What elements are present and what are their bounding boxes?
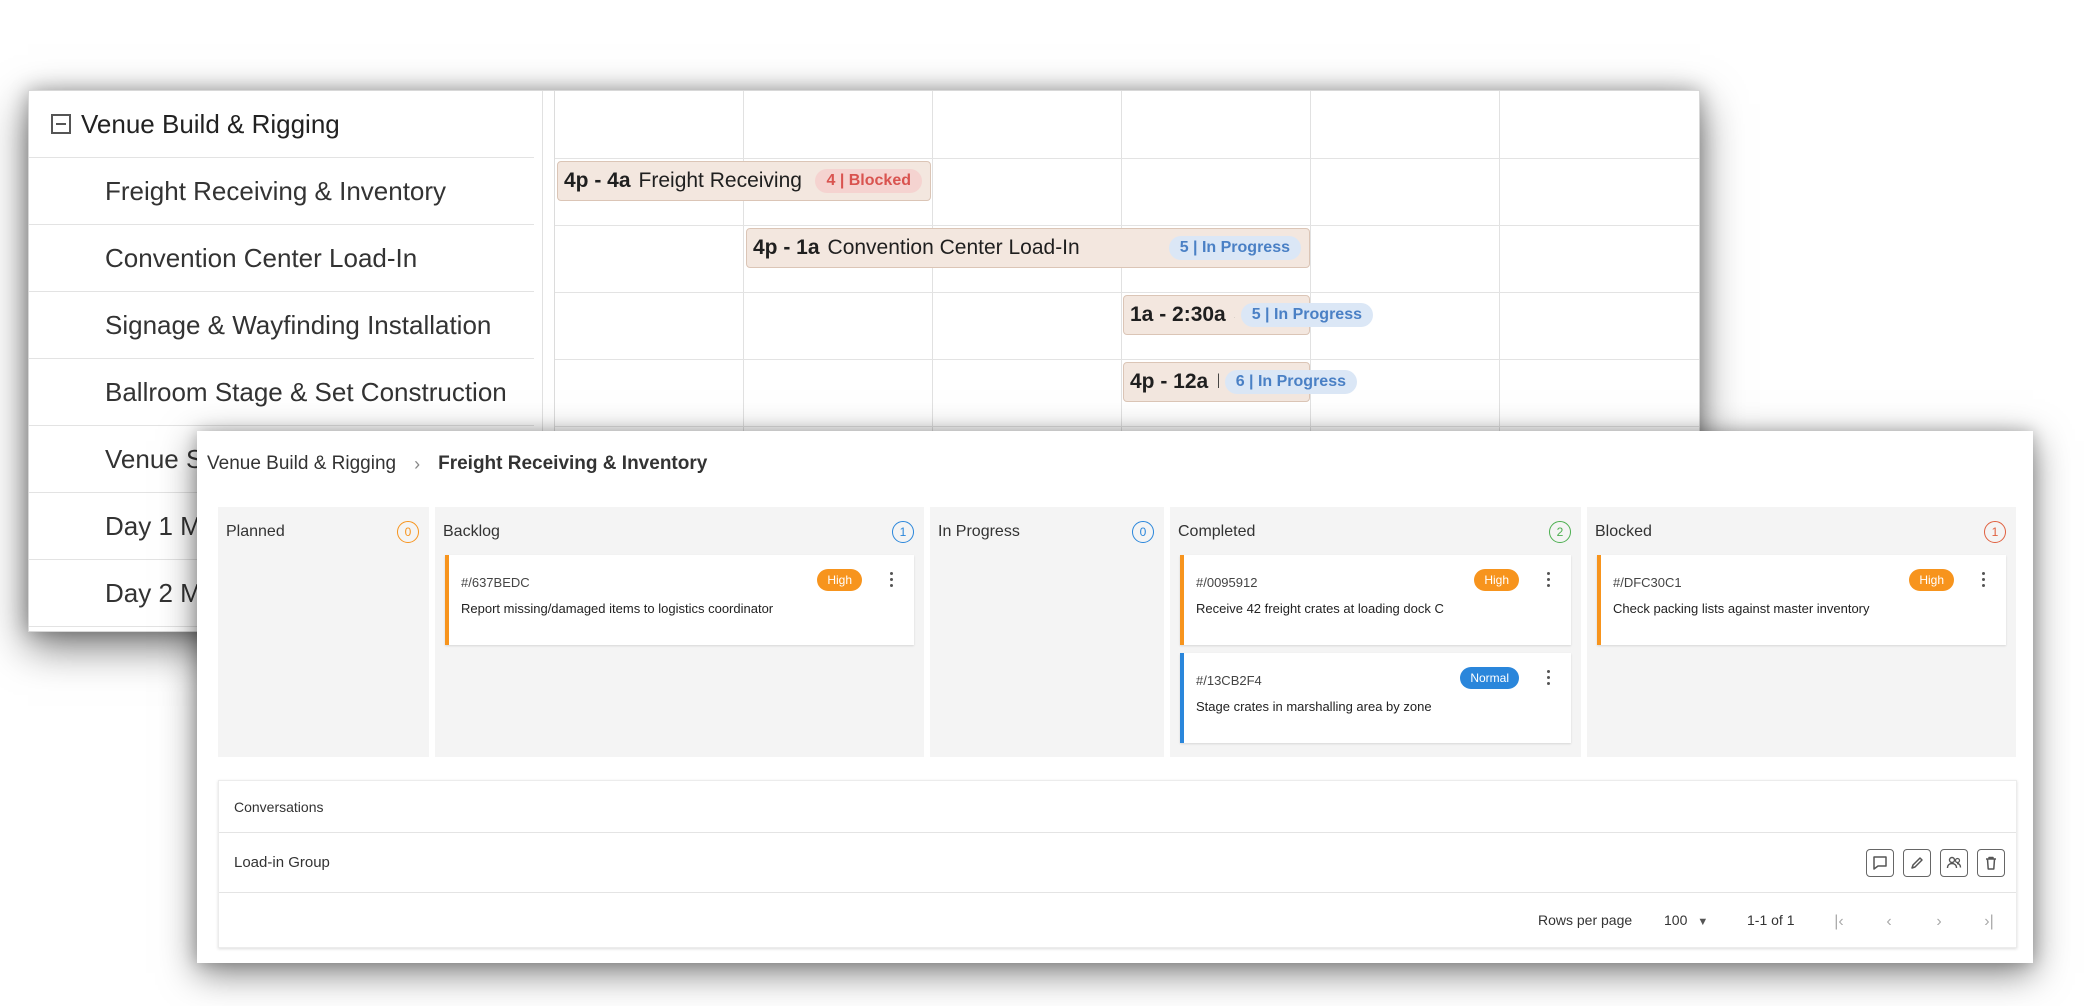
caret-down-icon: ▼	[1697, 916, 1709, 928]
task-id: #/DFC30C1	[1613, 575, 1682, 590]
gantt-task-row[interactable]: Freight Receiving & Inventory	[29, 158, 534, 225]
rows-per-page-select[interactable]: 100 ▼	[1664, 912, 1708, 928]
board-column-backlog: Backlog 1 #/637BEDC High Report missing/…	[435, 507, 924, 757]
chat-icon[interactable]	[1866, 849, 1894, 877]
task-title: Stage crates in marshalling area by zone	[1196, 699, 1432, 714]
task-card[interactable]: #/13CB2F4 Normal Stage crates in marshal…	[1180, 653, 1571, 743]
breadcrumb-parent[interactable]: Venue Build & Rigging	[207, 453, 396, 475]
column-title: Completed	[1178, 523, 1256, 540]
collapse-icon[interactable]	[51, 114, 71, 134]
edit-icon[interactable]	[1903, 849, 1931, 877]
column-count-badge: 1	[892, 521, 914, 543]
more-options-icon[interactable]	[1545, 571, 1551, 589]
bar-time: 1a - 2:30a	[1130, 303, 1226, 326]
breadcrumb: Venue Build & Rigging › Freight Receivin…	[207, 453, 707, 475]
more-options-icon[interactable]	[1545, 669, 1551, 687]
task-title: Report missing/damaged items to logistic…	[461, 601, 774, 616]
task-card[interactable]: #/637BEDC High Report missing/damaged it…	[445, 555, 914, 645]
gantt-bar[interactable]: 4p - 4a Freight Receiving 4 | Blocked	[557, 161, 931, 201]
bar-time: 4p - 12a	[1130, 370, 1209, 393]
conversations-header: Conversations	[219, 781, 2016, 833]
bar-name: I	[1216, 370, 1218, 394]
task-card[interactable]: #/0095912 High Receive 42 freight crates…	[1180, 555, 1571, 645]
board-column-in-progress: In Progress 0	[930, 507, 1164, 757]
conversation-row[interactable]: Load-in Group	[219, 833, 2016, 893]
gantt-bar[interactable]: 4p - 1a Convention Center Load-In 5 | In …	[746, 228, 1310, 268]
task-id: #/637BEDC	[461, 575, 530, 590]
gantt-task-label: Freight Receiving & Inventory	[105, 175, 447, 206]
task-id: #/13CB2F4	[1196, 673, 1262, 688]
next-page-icon[interactable]: ›	[1929, 912, 1949, 932]
delete-icon[interactable]	[1977, 849, 2005, 877]
column-count-badge: 0	[397, 521, 419, 543]
conversations-table: Conversations Load-in Group Rows per pag…	[218, 780, 2017, 948]
gantt-task-label: Convention Center Load-In	[105, 242, 418, 273]
column-title: In Progress	[938, 523, 1020, 540]
bar-name: Freight Receiving	[638, 169, 802, 192]
status-badge: 4 | Blocked	[815, 169, 922, 193]
bar-name: S	[1234, 303, 1235, 327]
grid-line	[555, 225, 1699, 226]
column-count-badge: 1	[1984, 521, 2006, 543]
gantt-group-label: Venue Build & Rigging	[81, 108, 340, 139]
gantt-task-label: Signage & Wayfinding Installation	[105, 309, 492, 340]
conversation-name: Load-in Group	[234, 854, 330, 871]
bar-time: 4p - 1a	[753, 236, 820, 259]
column-header: In Progress 0	[938, 521, 1154, 543]
grid-line	[555, 158, 1699, 159]
breadcrumb-separator: ›	[414, 453, 421, 474]
rows-per-page-label: Rows per page	[1538, 912, 1633, 928]
gantt-task-label: Day 1 M	[105, 510, 202, 541]
last-page-icon[interactable]: ›|	[1979, 912, 1999, 932]
group-icon[interactable]	[1940, 849, 1968, 877]
column-header: Backlog 1	[443, 521, 914, 543]
board-column-completed: Completed 2 #/0095912 High Receive 42 fr…	[1170, 507, 1581, 757]
status-badge: 6 | In Progress	[1224, 370, 1357, 394]
column-title: Blocked	[1595, 523, 1652, 540]
priority-badge: High	[817, 569, 862, 591]
column-header: Blocked 1	[1595, 521, 2006, 543]
gantt-task-row[interactable]: Signage & Wayfinding Installation	[29, 292, 534, 359]
gantt-bar[interactable]: 1a - 2:30a S 5 | In Progress	[1123, 295, 1373, 335]
more-options-icon[interactable]	[1980, 571, 1986, 589]
column-header: Completed 2	[1178, 521, 1571, 543]
rows-per-page-value: 100	[1664, 912, 1688, 928]
task-id: #/0095912	[1196, 575, 1258, 590]
task-title: Receive 42 freight crates at loading doc…	[1196, 601, 1444, 616]
grid-line	[555, 426, 1699, 427]
previous-page-icon[interactable]: ‹	[1879, 912, 1899, 932]
pagination: Rows per page 100 ▼ 1-1 of 1 |‹ ‹ › ›|	[219, 893, 2016, 947]
task-detail-panel: Venue Build & Rigging › Freight Receivin…	[197, 431, 2033, 963]
gantt-task-label: Day 2 M	[105, 577, 202, 608]
column-title: Backlog	[443, 523, 500, 540]
gantt-bar[interactable]: 4p - 12a I 6 | In Progress	[1123, 362, 1357, 402]
gantt-task-label: Venue S	[105, 443, 204, 474]
status-badge: 5 | In Progress	[1240, 303, 1373, 327]
grid-line	[555, 292, 1699, 293]
column-count-badge: 2	[1549, 521, 1571, 543]
pagination-range: 1-1 of 1	[1747, 912, 1795, 928]
board-column-planned: Planned 0	[218, 507, 429, 757]
gantt-task-row[interactable]: Convention Center Load-In	[29, 225, 534, 292]
bar-time: 4p - 4a	[564, 169, 631, 192]
priority-badge: High	[1909, 569, 1954, 591]
gantt-task-label: Ballroom Stage & Set Construction	[105, 376, 507, 407]
gantt-group-row[interactable]: Venue Build & Rigging	[29, 91, 534, 158]
first-page-icon[interactable]: |‹	[1829, 912, 1849, 932]
column-title: Planned	[226, 523, 285, 540]
gantt-task-row[interactable]: Ballroom Stage & Set Construction	[29, 359, 534, 426]
task-title: Check packing lists against master inven…	[1613, 601, 1870, 616]
board-column-blocked: Blocked 1 #/DFC30C1 High Check packing l…	[1587, 507, 2016, 757]
column-header: Planned 0	[226, 521, 419, 543]
task-card[interactable]: #/DFC30C1 High Check packing lists again…	[1597, 555, 2006, 645]
breadcrumb-current: Freight Receiving & Inventory	[438, 453, 708, 474]
grid-line	[555, 359, 1699, 360]
priority-badge: High	[1474, 569, 1519, 591]
bar-name: Convention Center Load-In	[827, 236, 1080, 259]
status-badge: 5 | In Progress	[1168, 236, 1301, 260]
column-count-badge: 0	[1132, 521, 1154, 543]
more-options-icon[interactable]	[888, 571, 894, 589]
priority-badge: Normal	[1460, 667, 1519, 689]
